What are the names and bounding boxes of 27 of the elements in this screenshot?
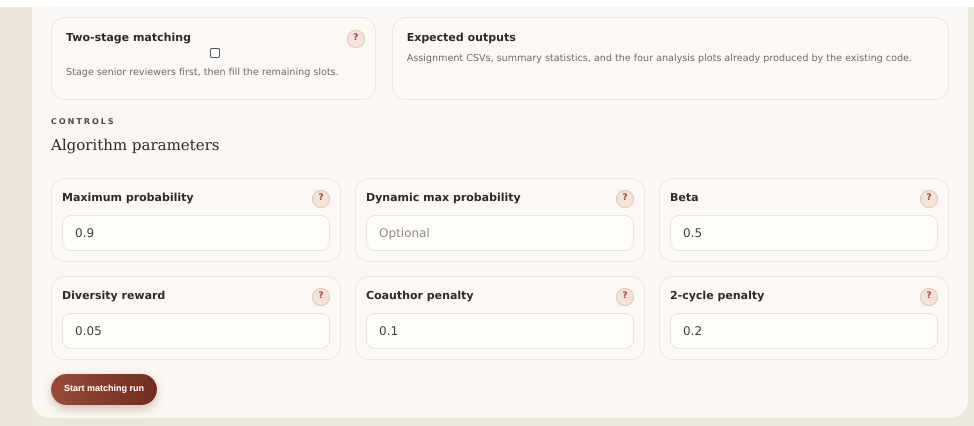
- start-run-button[interactable]: Start matching run: [51, 374, 158, 404]
- section-heading: Algorithm parameters: [51, 135, 220, 156]
- input-field[interactable]: 0.9: [62, 214, 330, 250]
- help-button[interactable]: ?: [616, 190, 634, 208]
- input-field[interactable]: 0.5: [670, 214, 938, 250]
- help-button[interactable]: ?: [312, 190, 330, 208]
- help-button[interactable]: ?: [616, 288, 634, 306]
- field-label: Beta: [670, 190, 699, 206]
- help-button[interactable]: ?: [920, 190, 938, 208]
- input-field[interactable]: 0.2: [670, 312, 938, 348]
- card-description: Assignment CSVs, summary statistics, and the four analysis plots already produced by the existing code.: [406, 52, 913, 66]
- field-label: Coauthor penalty: [366, 288, 474, 304]
- field-label: Diversity reward: [62, 288, 166, 304]
- input-field[interactable]: 0.1: [366, 312, 634, 348]
- field-label: Dynamic max probability: [366, 190, 521, 206]
- field-label: 2-cycle penalty: [670, 288, 764, 304]
- card-title: Expected outputs: [406, 30, 516, 46]
- input-field[interactable]: Optional: [366, 214, 634, 250]
- input-field[interactable]: 0.05: [62, 312, 330, 348]
- field-label: Maximum probability: [62, 190, 194, 206]
- help-button[interactable]: ?: [312, 288, 330, 306]
- help-button[interactable]: ?: [920, 288, 938, 306]
- checkbox[interactable]: [210, 48, 220, 58]
- section-eyebrow: CONTROLS: [51, 116, 117, 128]
- help-button[interactable]: ?: [346, 30, 365, 48]
- card-title: Two-stage matching: [66, 30, 191, 46]
- card-description: Stage senior reviewers first, then fill the remaining slots.: [66, 66, 340, 80]
